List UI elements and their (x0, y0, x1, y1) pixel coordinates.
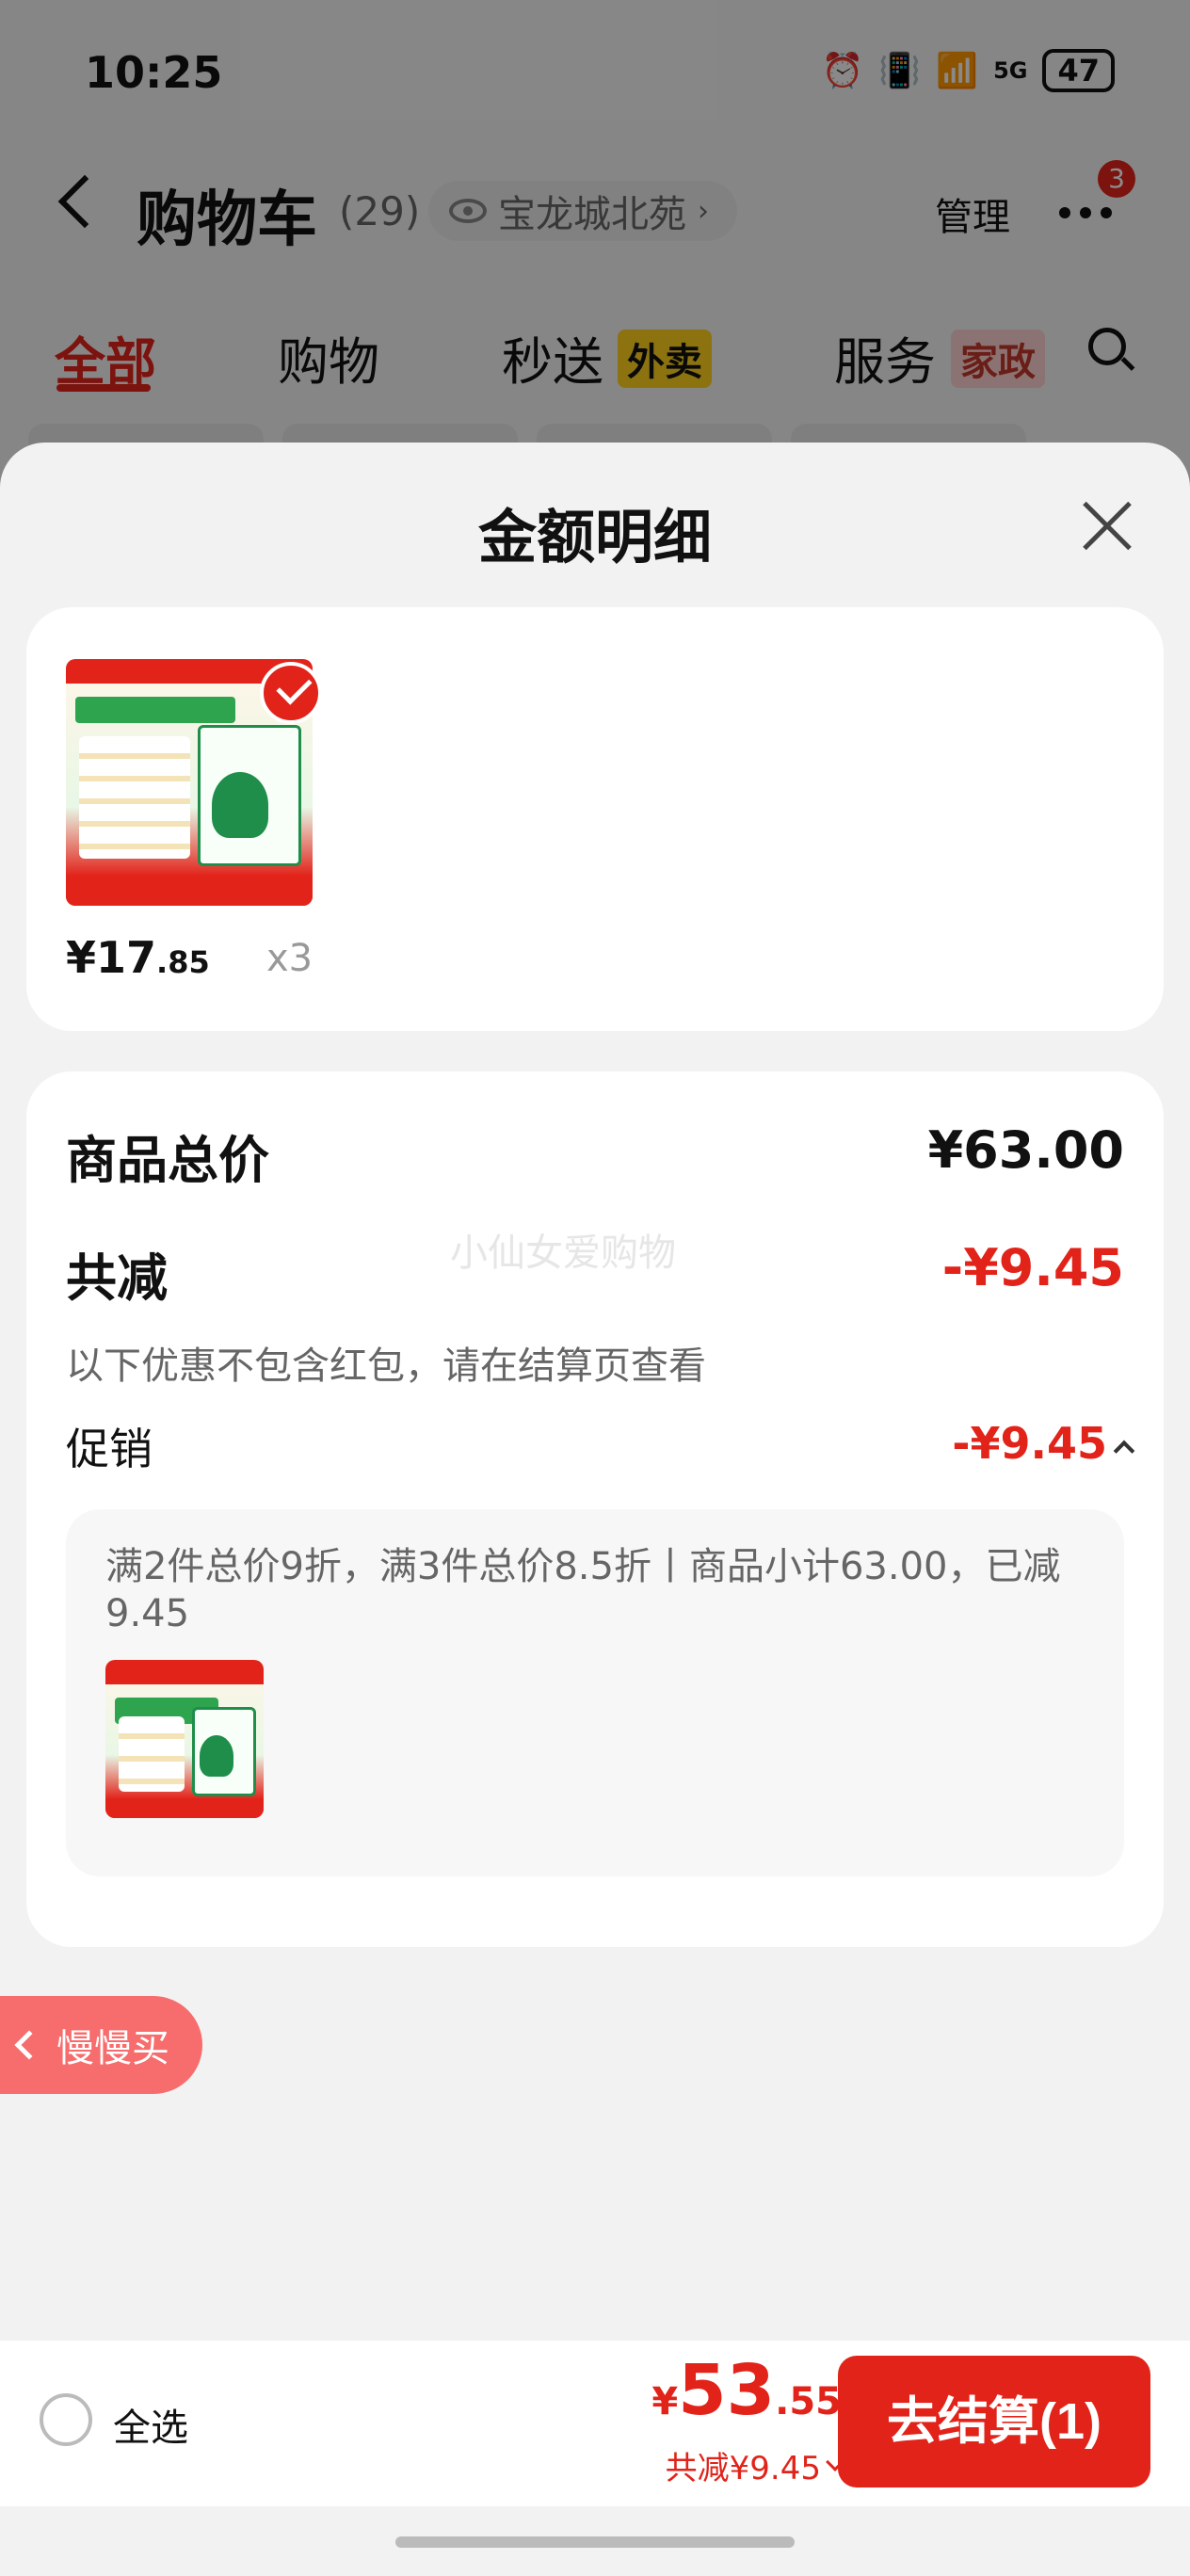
discount-note: 以下优惠不包含红包，请在结算页查看 (66, 1344, 706, 1388)
product-card: ¥17.85 x3 (26, 607, 1164, 1031)
product-quantity: x3 (266, 937, 314, 980)
product-price: ¥17.85 (66, 932, 210, 983)
chevron-left-icon (14, 2030, 44, 2060)
promotion-product-thumbnail (105, 1660, 264, 1818)
promotion-label: 促销 (66, 1424, 153, 1474)
promotion-detail-box: 满2件总价9折，满3件总价8.5折丨商品小计63.00，已减9.45 (66, 1509, 1124, 1876)
saved-amount[interactable]: 共减¥9.45 (666, 2442, 844, 2488)
chevron-up-icon[interactable] (1113, 1440, 1135, 1462)
close-icon[interactable] (1073, 491, 1141, 559)
goods-total-value: ¥63.00 (927, 1120, 1124, 1180)
checkout-button[interactable]: 去结算(1) (838, 2356, 1150, 2487)
selected-check-icon (260, 662, 322, 724)
select-all-checkbox[interactable] (40, 2393, 92, 2446)
select-all-label[interactable]: 全选 (113, 2397, 188, 2452)
slow-buy-label: 慢慢买 (56, 2027, 169, 2070)
slow-buy-tab[interactable]: 慢慢买 (0, 1996, 202, 2094)
goods-total-label: 商品总价 (66, 1131, 269, 1190)
total-reduction-label: 共减 (66, 1248, 168, 1308)
home-indicator (395, 2536, 795, 2548)
promotion-value[interactable]: -¥9.45 (952, 1418, 1107, 1469)
watermark: 小仙女爱购物 (450, 1232, 676, 1275)
price-summary-card: 商品总价 ¥63.00 小仙女爱购物 共减 -¥9.45 以下优惠不包含红包，请… (26, 1071, 1164, 1947)
total-price: ¥53.55 (651, 2350, 842, 2431)
checkout-bar: 全选 ¥53.55 共减¥9.45 去结算(1) (0, 2341, 1190, 2506)
sheet-title: 金额明细 (477, 503, 712, 572)
amount-detail-sheet: 金额明细 ¥17.85 x3 商品总价 ¥63.00 小仙女爱购物 共减 -¥9… (0, 443, 1190, 2576)
total-reduction-value: -¥9.45 (941, 1238, 1124, 1297)
promotion-detail-text: 满2件总价9折，满3件总价8.5折丨商品小计63.00，已减9.45 (105, 1545, 1061, 1635)
